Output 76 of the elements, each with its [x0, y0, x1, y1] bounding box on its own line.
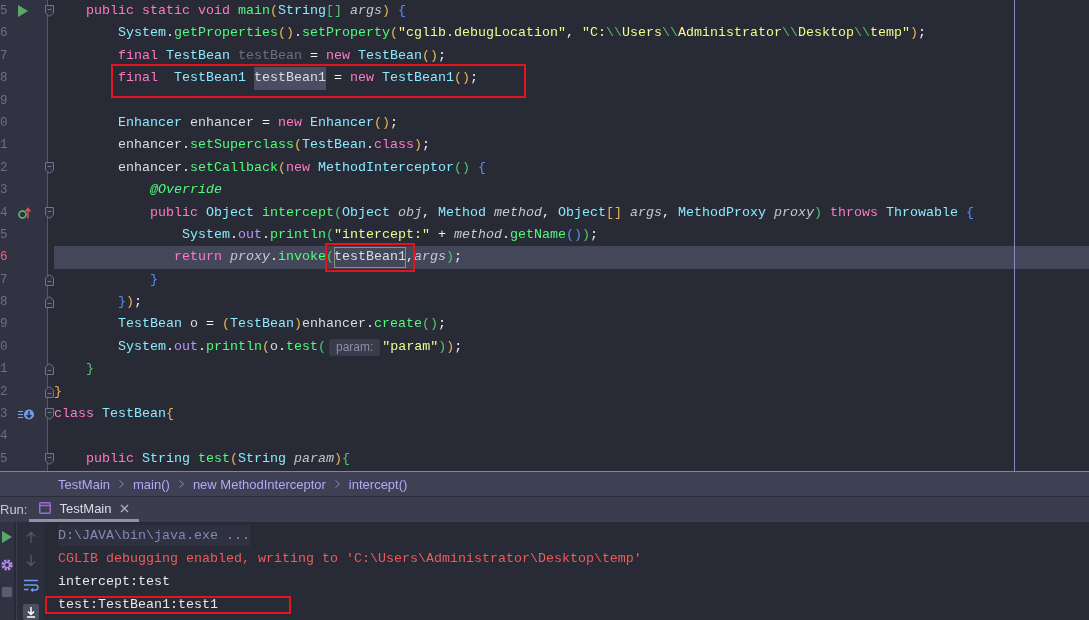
code-text: System.out.println("intercept:" + method.getName()); — [182, 225, 598, 244]
parameter-hint: param: — [329, 338, 381, 356]
fold-marker-icon[interactable] — [44, 408, 54, 421]
run-icon[interactable] — [18, 5, 28, 18]
fold-marker-icon[interactable] — [44, 363, 54, 376]
line-number: 1 — [0, 361, 9, 379]
console-output: intercept:test — [58, 573, 170, 591]
line-number: 3 — [0, 182, 9, 200]
line-number: 7 — [0, 47, 9, 65]
code-text: final TestBean testBean = new TestBean(); — [118, 46, 446, 65]
breadcrumb-item[interactable]: new MethodInterceptor — [192, 476, 326, 492]
line-number: 3 — [0, 406, 9, 424]
code-text: } — [54, 382, 62, 401]
console-output: test:TestBean1:test1 — [58, 596, 218, 614]
line-number: 0 — [0, 338, 9, 356]
error-message: CGLIB debugging enabled, writing to 'C:\Users\Administrator\Desktop\temp' — [58, 550, 642, 568]
identifier-highlight: testBean1 — [334, 247, 406, 268]
code-text: final TestBean1 — [118, 69, 247, 88]
code-text: class TestBean{ — [54, 405, 174, 424]
code-text: Enhancer enhancer = new Enhancer(); — [118, 113, 398, 132]
breadcrumb-item[interactable]: TestMain — [58, 476, 111, 492]
code-text: } — [86, 360, 94, 379]
code-text: public String test(String param){ — [86, 449, 350, 468]
line-number: 9 — [0, 316, 9, 334]
line-number: 4 — [0, 428, 9, 446]
fold-marker-icon[interactable] — [44, 206, 54, 219]
chevron-icon — [334, 480, 340, 488]
breadcrumb-item[interactable]: intercept() — [348, 476, 408, 492]
window-icon — [39, 502, 52, 514]
fold-marker-icon[interactable] — [44, 296, 54, 309]
code-text: System.getProperties().setProperty("cglib.debugLocation", "C:\\Users\\Administrator\\Desktop\\temp"); — [118, 24, 926, 43]
code-text: ,args); — [405, 248, 462, 267]
up-arrow-icon[interactable] — [18, 206, 31, 220]
code-text: return proxy.invoke( — [174, 248, 334, 267]
code-text: public Object intercept(Object obj, Method method, Object[] args, MethodProxy proxy) throws Throwable { — [150, 203, 974, 222]
fold-marker-icon[interactable] — [44, 453, 54, 465]
chevron-icon — [119, 480, 125, 488]
line-number: 5 — [0, 226, 9, 244]
identifier-highlight: testBean1 — [254, 67, 326, 90]
soft-wrap-icon[interactable] — [22, 579, 39, 592]
code-text: enhancer.setSuperclass(TestBean.class); — [118, 136, 430, 155]
line-number: 4 — [0, 204, 9, 222]
line-number: 7 — [0, 271, 9, 289]
code-text: } — [150, 270, 158, 289]
line-number: 0 — [0, 114, 9, 132]
code-text: System.out.println(o.test( — [118, 337, 326, 356]
code-text: TestBean o = (TestBean)enhancer.create(); — [118, 315, 446, 334]
code-text: public static void main(String[] args) { — [86, 2, 406, 20]
run-icon[interactable] — [2, 531, 12, 543]
scroll-to-end-icon[interactable] — [22, 604, 39, 620]
close-icon[interactable] — [119, 503, 129, 513]
line-number: 5 — [0, 450, 9, 468]
line-number: 2 — [0, 383, 9, 401]
line-number: 5 — [0, 3, 9, 20]
line-number: 8 — [0, 294, 9, 312]
fold-marker-icon[interactable] — [44, 5, 54, 18]
line-number: 9 — [0, 92, 9, 110]
tool-window-label: Run: — [0, 501, 28, 519]
line-number: 6 — [0, 25, 9, 43]
code-text: "param")); — [382, 337, 463, 356]
gear-icon[interactable] — [1, 559, 13, 571]
line-number: 2 — [0, 159, 9, 177]
code-text: = new TestBean1(); — [332, 69, 478, 88]
code-text: enhancer.setCallback(new MethodInterceptor() { — [118, 158, 486, 177]
command-line-text[interactable]: D:\JAVA\bin\java.exe ... — [58, 525, 250, 546]
breadcrumb-item[interactable]: main() — [133, 476, 170, 492]
line-number: 8 — [0, 70, 9, 88]
line-number: 6 — [0, 249, 9, 267]
code-text: }); — [118, 293, 142, 312]
code-text: @Override — [150, 181, 222, 200]
fold-marker-icon[interactable] — [44, 161, 54, 174]
line-number: 1 — [0, 137, 9, 155]
fold-marker-icon[interactable] — [44, 385, 54, 398]
chevron-icon — [178, 480, 184, 488]
down-arrow-icon[interactable] — [18, 408, 34, 421]
fold-marker-icon[interactable] — [44, 273, 54, 286]
